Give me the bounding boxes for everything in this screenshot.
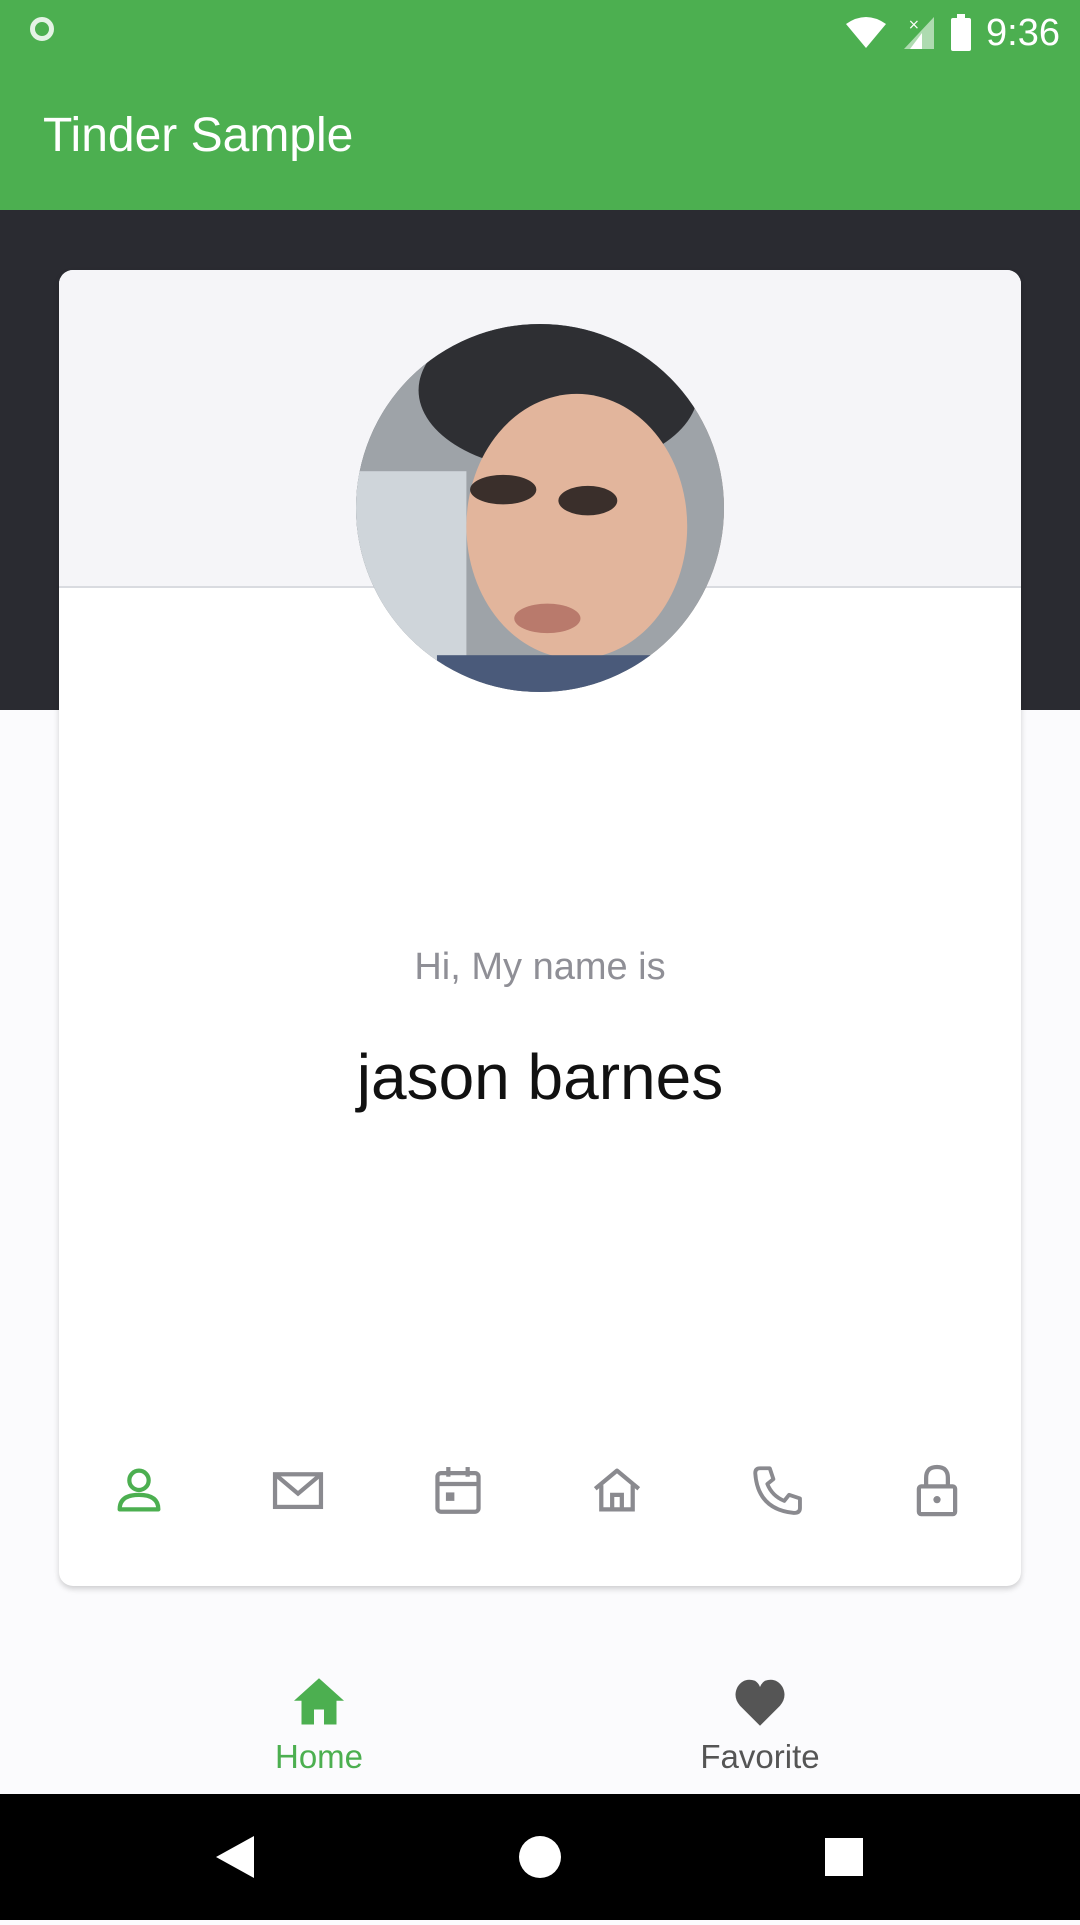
battery-icon xyxy=(951,14,972,51)
recents-icon xyxy=(825,1838,863,1876)
calendar-icon xyxy=(435,1467,481,1514)
person-icon xyxy=(117,1468,161,1512)
system-navigation-bar xyxy=(0,1794,1080,1920)
recents-button[interactable] xyxy=(784,1794,904,1920)
app-bar: Tinder Sample xyxy=(0,66,1080,210)
svg-text:×: × xyxy=(908,17,920,33)
bottom-navigation: Home Favorite xyxy=(0,1620,1080,1794)
home-button[interactable] xyxy=(480,1794,600,1920)
back-button[interactable] xyxy=(176,1794,296,1920)
tab-password[interactable] xyxy=(897,1450,977,1530)
status-bar: × 9:36 xyxy=(0,0,1080,66)
user-name: jason barnes xyxy=(356,1041,724,1113)
mail-icon xyxy=(272,1472,324,1510)
phone-icon xyxy=(753,1466,802,1515)
home-icon xyxy=(294,1678,344,1725)
nav-home-label: Home xyxy=(274,1738,364,1775)
app-title: Tinder Sample xyxy=(43,109,354,162)
notification-circle-icon xyxy=(30,17,54,41)
clock: 9:36 xyxy=(986,11,1060,54)
tab-person[interactable] xyxy=(99,1450,179,1530)
lock-icon xyxy=(916,1464,958,1517)
nav-favorite-label: Favorite xyxy=(700,1738,820,1775)
tab-calendar[interactable] xyxy=(418,1450,498,1530)
profile-tab-bar xyxy=(59,1450,1021,1530)
tab-address[interactable] xyxy=(577,1450,657,1530)
home-outline-icon xyxy=(593,1468,641,1512)
avatar xyxy=(356,324,724,692)
tab-phone[interactable] xyxy=(737,1450,817,1530)
greeting-text: Hi, My name is xyxy=(414,946,666,988)
nav-home[interactable]: Home xyxy=(169,1620,469,1794)
signal-icon: × xyxy=(904,17,935,49)
back-icon xyxy=(216,1836,254,1878)
wifi-icon xyxy=(846,17,887,48)
tab-mail[interactable] xyxy=(258,1450,338,1530)
profile-card[interactable]: Hi, My name is jason barnes xyxy=(59,270,1021,1586)
heart-icon xyxy=(735,1679,785,1726)
nav-favorite[interactable]: Favorite xyxy=(610,1620,910,1794)
status-icons: × 9:36 xyxy=(844,10,1060,56)
home-circle-icon xyxy=(519,1836,561,1878)
